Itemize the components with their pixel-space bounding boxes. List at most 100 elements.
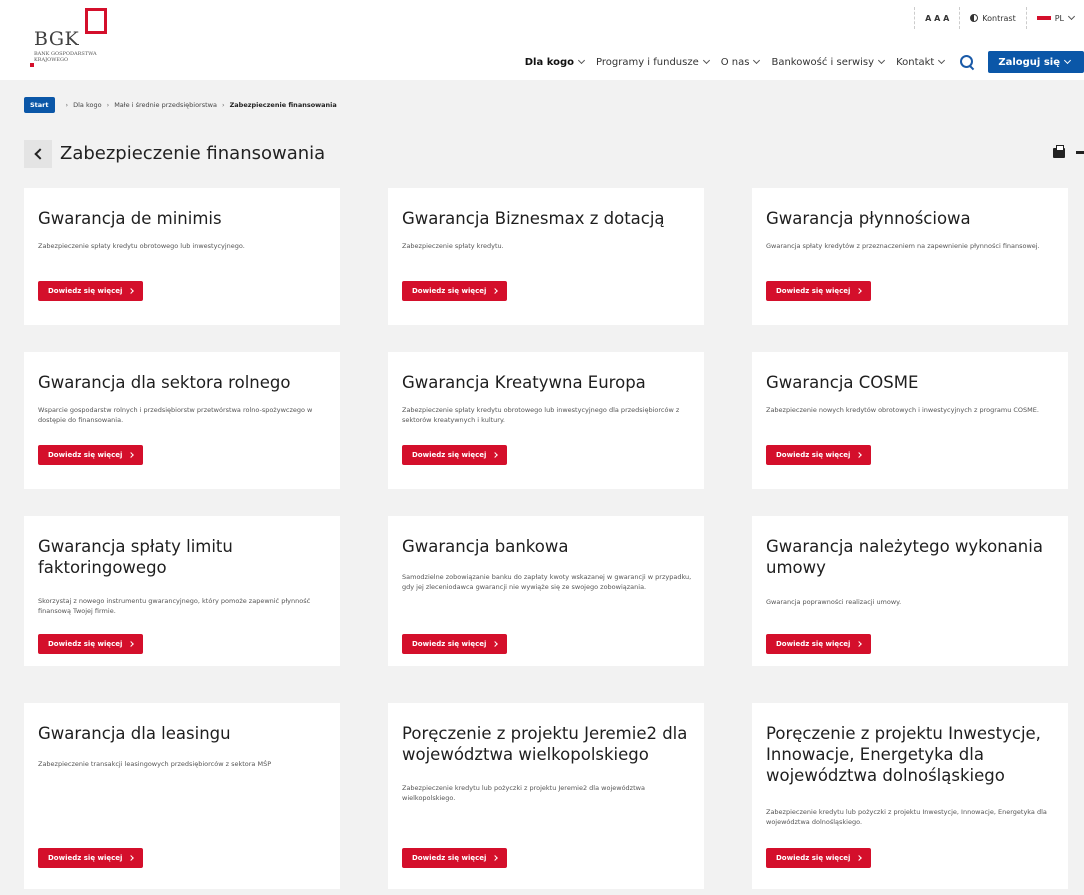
nav-item-kontakt[interactable]: Kontakt [896,56,946,68]
learn-more-button[interactable]: Dowiedz się więcej [402,848,508,868]
contrast-label: Kontrast [982,13,1016,23]
logo-text: BGK [34,28,80,50]
card-nalezyte-wykonanie: Gwarancja należytego wykonania umowy Gwa… [752,516,1068,666]
nav-label: Bankowość i serwisy [771,56,875,68]
breadcrumb-item-current: Zabezpieczenie finansowania [229,101,337,109]
learn-more-label: Dowiedz się więcej [412,640,487,648]
learn-more-label: Dowiedz się więcej [776,287,851,295]
card-title: Gwarancja dla sektora rolnego [38,373,291,392]
card-description: Zabezpieczenie spłaty kredytu obrotowego… [38,242,245,250]
card-description: Zabezpieczenie kredytu lub pożyczki z pr… [766,808,1047,826]
learn-more-button[interactable]: Dowiedz się więcej [402,634,508,654]
breadcrumb: Start › Dla kogo › Małe i średnie przeds… [24,97,337,113]
card-description: Zabezpieczenie kredytu lub pożyczki z pr… [402,784,645,802]
share-icon[interactable] [1076,151,1084,154]
chevron-down-icon [577,56,586,65]
search-icon[interactable] [960,55,974,69]
logo-dot-icon [30,63,34,67]
card-cosme: Gwarancja COSME Zabezpieczenie nowych kr… [752,352,1068,489]
nav-label: Kontakt [896,56,935,68]
chevron-right-icon [856,452,863,458]
card-description: Gwarancja poprawności realizacji umowy. [766,598,902,606]
learn-more-button[interactable]: Dowiedz się więcej [38,445,144,465]
nav-item-dla-kogo[interactable]: Dla kogo [524,56,586,68]
card-title: Gwarancja de minimis [38,209,222,228]
chevron-right-icon [128,288,135,294]
login-label: Zaloguj się [998,56,1060,68]
breadcrumb-start[interactable]: Start [24,97,55,113]
learn-more-button[interactable]: Dowiedz się więcej [766,634,872,654]
card-description: Zabezpieczenie spłaty kredytu. [402,242,504,250]
learn-more-label: Dowiedz się więcej [48,287,123,295]
learn-more-button[interactable]: Dowiedz się więcej [402,281,508,301]
bgk-logo[interactable]: BGK BANK GOSPODARSTWA KRAJOWEGO [30,8,144,70]
card-sektor-rolny: Gwarancja dla sektora rolnego Wsparcie g… [24,352,340,489]
nav-item-bankowosc[interactable]: Bankowość i serwisy [771,56,886,68]
learn-more-button[interactable]: Dowiedz się więcej [766,445,872,465]
breadcrumb-item-dla-kogo[interactable]: Dla kogo [73,101,101,109]
accessibility-tools: A A A Kontrast PL [914,6,1084,30]
card-biznesmax: Gwarancja Biznesmax z dotacją Zabezpiecz… [388,188,704,325]
card-description: Skorzystaj z nowego instrumentu gwarancy… [38,597,311,615]
learn-more-label: Dowiedz się więcej [412,854,487,862]
language-select[interactable]: PL [1025,7,1084,29]
learn-more-button[interactable]: Dowiedz się więcej [402,445,508,465]
font-size-toggle[interactable]: A A A [914,7,959,29]
learn-more-label: Dowiedz się więcej [412,287,487,295]
learn-more-button[interactable]: Dowiedz się więcej [766,848,872,868]
contrast-icon [970,14,979,22]
card-jeremie2: Poręczenie z projektu Jeremie2 dla wojew… [388,703,704,889]
chevron-right-icon [856,641,863,647]
card-title: Poręczenie z projektu Inwestycje, Innowa… [766,724,1041,785]
chevron-right-icon [128,855,135,861]
card-title: Gwarancja bankowa [402,537,569,556]
card-faktoring: Gwarancja spłaty limitu faktoringowego S… [24,516,340,666]
breadcrumb-item-msp[interactable]: Małe i średnie przedsiębiorstwa [114,101,217,109]
nav-item-o-nas[interactable]: O nas [721,57,761,68]
card-description: Zabezpieczenie spłaty kredytu obrotowego… [402,406,680,424]
logo-subtitle: BANK GOSPODARSTWA KRAJOWEGO [34,51,97,63]
learn-more-label: Dowiedz się więcej [48,451,123,459]
card-leasing: Gwarancja dla leasingu Zabezpieczenie tr… [24,703,340,889]
print-icon[interactable] [1053,145,1065,158]
chevron-right-icon [128,641,135,647]
learn-more-label: Dowiedz się więcej [412,451,487,459]
card-title: Poręczenie z projektu Jeremie2 dla wojew… [402,724,688,764]
card-description: Zabezpieczenie transakcji leasingowych p… [38,760,272,768]
font-size-label: A A A [925,13,950,23]
chevron-right-icon [856,288,863,294]
nav-item-programy[interactable]: Programy i fundusze [596,56,710,68]
chevron-right-icon [856,855,863,861]
card-title: Gwarancja Kreatywna Europa [402,373,646,392]
chevron-down-icon [938,56,946,65]
card-title: Gwarancja Biznesmax z dotacją [402,209,665,228]
chevron-down-icon [1063,56,1072,65]
language-label: PL [1054,13,1064,23]
chevron-right-icon [492,855,499,861]
card-title: Gwarancja dla leasingu [38,724,231,743]
learn-more-button[interactable]: Dowiedz się więcej [38,848,144,868]
card-title: Gwarancja należytego wykonania umowy [766,537,1043,577]
login-button[interactable]: Zaloguj się [988,51,1084,73]
learn-more-button[interactable]: Dowiedz się więcej [38,281,144,301]
contrast-toggle[interactable]: Kontrast [959,7,1025,29]
card-kreatywna-europa: Gwarancja Kreatywna Europa Zabezpieczeni… [388,352,704,489]
chevron-down-icon [702,56,710,65]
chevron-right-icon [492,452,499,458]
learn-more-button[interactable]: Dowiedz się więcej [38,634,144,654]
card-bankowa: Gwarancja bankowa Samodzielne zobowiązan… [388,516,704,666]
learn-more-button[interactable]: Dowiedz się więcej [766,281,872,301]
chevron-down-icon [878,56,886,65]
breadcrumb-separator: › [221,101,225,109]
card-description: Zabezpieczenie nowych kredytów obrotowyc… [766,406,1039,414]
card-description: Samodzielne zobowiązanie banku do zapłat… [402,573,692,591]
card-title: Gwarancja COSME [766,373,919,392]
chevron-right-icon [128,452,135,458]
back-button[interactable] [24,140,52,168]
card-title: Gwarancja płynnościowa [766,209,971,228]
learn-more-label: Dowiedz się więcej [776,451,851,459]
nav-label: Dla kogo [524,56,574,68]
learn-more-label: Dowiedz się więcej [48,854,123,862]
card-de-minimis: Gwarancja de minimis Zabezpieczenie spła… [24,188,340,325]
breadcrumb-separator: › [65,101,69,109]
